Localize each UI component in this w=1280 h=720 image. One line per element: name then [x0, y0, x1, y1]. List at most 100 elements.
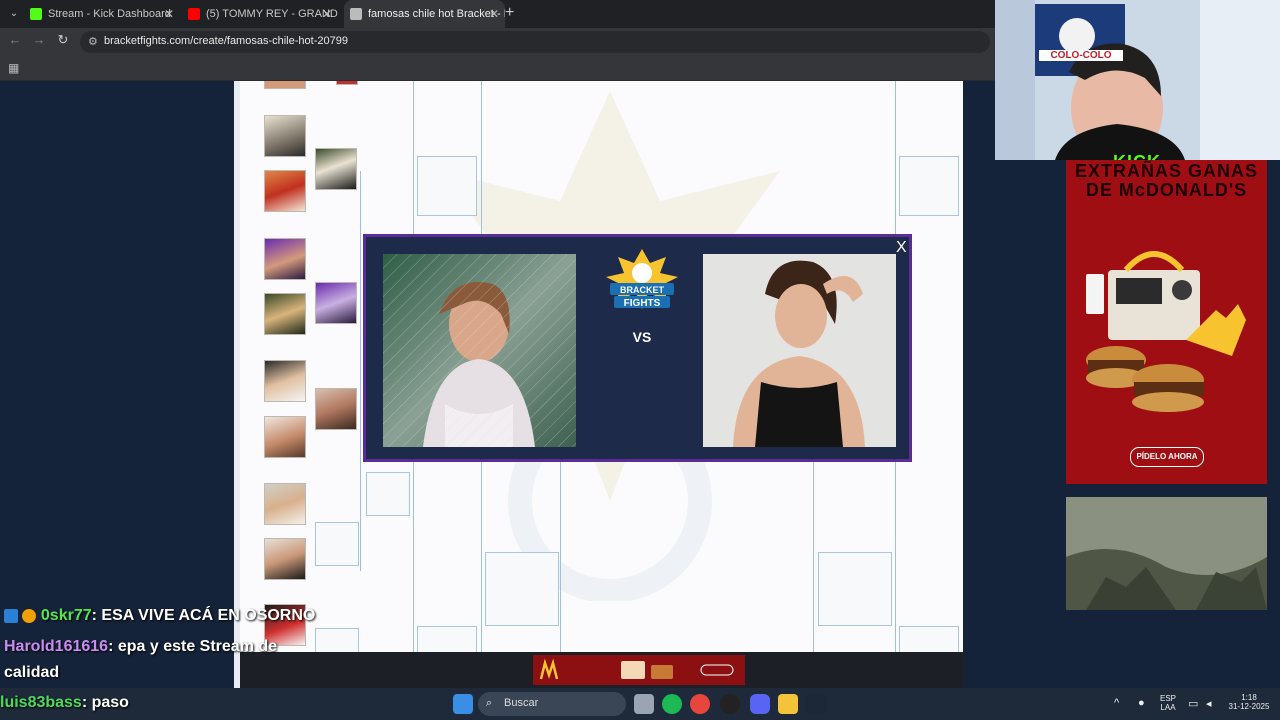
contestant-thumbnail[interactable]	[264, 538, 306, 580]
volume-icon[interactable]: ◂	[1206, 697, 1212, 710]
vs-label: VS	[632, 329, 652, 345]
contestant-thumbnail[interactable]	[264, 360, 306, 402]
bracket-slot[interactable]	[818, 552, 892, 626]
chat-username[interactable]: luis83bass	[0, 694, 82, 711]
contestant-thumbnail[interactable]	[264, 483, 306, 525]
chat-message: 0skr77: ESA VIVE ACÁ EN OSORNO	[4, 607, 315, 625]
logo-line-2: FIGHTS	[624, 298, 661, 309]
chat-text: : paso	[81, 694, 129, 711]
contestant-thumbnail[interactable]	[264, 293, 306, 335]
kick-favicon-icon	[30, 8, 42, 21]
url-field[interactable]: ⚙ bracketfights.com/create/famosas-chile…	[80, 31, 990, 53]
youtube-favicon-icon	[188, 8, 200, 21]
tab-kick-dashboard[interactable]: Stream - Kick Dashboard ✕	[30, 0, 180, 28]
contestant-thumbnail[interactable]	[264, 81, 306, 89]
bracket-slot[interactable]	[366, 472, 410, 516]
language-indicator[interactable]: ESP LAA	[1160, 694, 1176, 712]
chat-text: : ESA VIVE ACÁ EN OSORNO	[91, 607, 316, 625]
discord-icon[interactable]	[750, 694, 770, 714]
flag-text: COLO-COLO	[1039, 50, 1123, 61]
contestant-left-image	[383, 254, 576, 447]
ad-cta-button[interactable]: PÍDELO AHORA	[1130, 447, 1204, 467]
chat-message: Harold161616: epa y este Stream de	[4, 638, 277, 656]
tab-title: (5) TOMMY REY - GRANDE	[206, 8, 338, 20]
contestant-thumbnail[interactable]	[264, 238, 306, 280]
clock[interactable]: 1:18 31-12-2025	[1224, 693, 1274, 711]
search-icon: ⌕	[486, 697, 493, 709]
reload-icon[interactable]: ↻	[54, 32, 72, 48]
ad-illustration	[1086, 251, 1246, 412]
bracket-slot[interactable]	[417, 156, 477, 216]
clock-time: 1:18	[1241, 693, 1257, 702]
address-bar: ← → ↻ ⚙ bracketfights.com/create/famosas…	[0, 28, 1000, 56]
microphone-icon[interactable]: ●	[1138, 697, 1145, 709]
taskbar-search[interactable]: ⌕ Buscar	[478, 692, 626, 716]
contestant-left-photo[interactable]	[383, 254, 576, 447]
close-tab-icon[interactable]: ✕	[164, 0, 174, 28]
language-code: ESP	[1160, 694, 1177, 703]
apps-grid-icon[interactable]: ▦	[8, 61, 19, 75]
bracket-slot[interactable]	[899, 156, 959, 216]
game-preview	[1066, 497, 1267, 610]
contestant-thumbnail[interactable]	[264, 115, 306, 157]
game-scene-image	[1066, 497, 1267, 610]
url-text: bracketfights.com/create/famosas-chile-h…	[104, 35, 348, 47]
tab-youtube[interactable]: (5) TOMMY REY - GRANDE ✕	[188, 0, 338, 28]
taskbar: ⌕ Buscar ^ ● ESP LAA ▭ ◂ 1:18 31-12-2025	[0, 688, 1280, 720]
keyboard-layout: LAA	[1160, 703, 1176, 712]
matchup-modal: X BRACKET FIGHTS VS	[363, 234, 912, 462]
tab-bracket-fights[interactable]: famosas chile hot Bracket - Bra ✕	[344, 0, 505, 28]
contestant-thumbnail[interactable]	[315, 282, 357, 324]
bracket-slot[interactable]	[485, 552, 559, 626]
close-modal-button[interactable]: X	[896, 239, 907, 257]
badge-icon	[4, 608, 18, 623]
spotify-icon[interactable]	[662, 694, 682, 714]
bottom-ad-strip	[240, 652, 963, 688]
bracket-favicon-icon	[350, 8, 362, 21]
tab-title: Stream - Kick Dashboard	[48, 8, 171, 20]
task-view-icon[interactable]	[634, 694, 654, 714]
contestant-right-image	[703, 254, 896, 447]
contestant-right-photo[interactable]	[703, 254, 896, 447]
contestant-thumbnail[interactable]	[336, 81, 358, 85]
close-tab-icon[interactable]: ✕	[322, 0, 332, 28]
new-tab-icon[interactable]: +	[505, 4, 514, 22]
chat-message: luis83bass: paso	[0, 694, 129, 712]
bracket-fights-logo-icon: BRACKET FIGHTS	[606, 249, 678, 309]
tab-strip: ⌄ Stream - Kick Dashboard ✕ (5) TOMMY RE…	[0, 0, 1000, 28]
logo-line-1: BRACKET	[620, 285, 665, 295]
tray-chevron-icon[interactable]: ^	[1114, 697, 1119, 709]
contestant-thumbnail[interactable]	[264, 416, 306, 458]
tab-search-chevron-icon[interactable]: ⌄	[4, 4, 24, 24]
chat-badges	[4, 607, 37, 625]
badge-icon	[22, 608, 37, 623]
site-info-icon[interactable]: ⚙	[88, 35, 98, 48]
close-tab-icon[interactable]: ✕	[489, 0, 499, 28]
contestant-thumbnail[interactable]	[315, 148, 357, 190]
contestant-thumbnail[interactable]	[315, 388, 357, 430]
chat-message-continued: calidad	[4, 664, 59, 682]
windows-start-icon[interactable]	[453, 694, 473, 714]
mcdonalds-ad[interactable]: EXTRAÑAS GANAS DE McDONALD'S PÍDELO AHOR…	[1066, 160, 1267, 484]
tab-title: famosas chile hot Bracket - Bra	[368, 8, 505, 20]
steam-icon[interactable]	[806, 694, 826, 714]
banner-ad[interactable]	[533, 655, 745, 685]
chrome-icon[interactable]	[690, 694, 710, 714]
network-icon[interactable]: ▭	[1188, 697, 1198, 710]
obs-icon[interactable]	[720, 694, 740, 714]
bookmarks-bar: ▦	[0, 56, 1000, 81]
chat-username[interactable]: 0skr77	[41, 607, 92, 624]
back-arrow-icon[interactable]: ←	[6, 32, 24, 47]
webcam-feed: COLO-COLO	[995, 0, 1280, 160]
chat-username[interactable]: Harold161616	[4, 638, 108, 655]
forward-arrow-icon[interactable]: →	[30, 32, 48, 47]
clock-date: 31-12-2025	[1228, 702, 1270, 711]
search-label: Buscar	[504, 697, 539, 709]
file-explorer-icon[interactable]	[778, 694, 798, 714]
bracket-slot[interactable]	[315, 522, 359, 566]
webcam-image	[995, 0, 1280, 160]
bracket-line	[360, 171, 361, 571]
chat-text: : epa y este Stream de	[108, 638, 278, 655]
chat-text: calidad	[4, 664, 60, 681]
contestant-thumbnail[interactable]	[264, 170, 306, 212]
